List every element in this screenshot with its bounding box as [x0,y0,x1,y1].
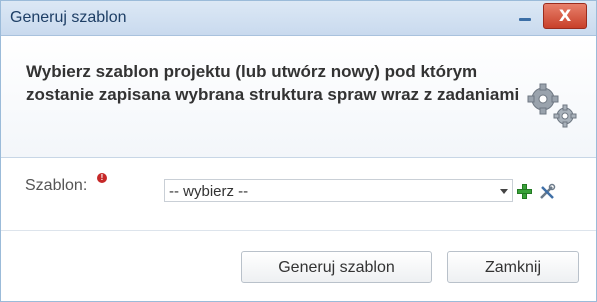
generate-template-button[interactable]: Generuj szablon [241,251,432,283]
chevron-down-icon[interactable] [500,189,508,194]
generate-template-dialog: Generuj szablon X Wybierz szablon projek… [0,0,597,302]
required-marker-icon: ! [97,173,107,183]
close-window-button[interactable]: X [543,3,587,29]
template-select-value: -- wybierz -- [169,183,249,200]
template-select[interactable]: -- wybierz -- [164,179,513,202]
template-label: Szablon: [25,177,88,194]
close-button[interactable]: Zamknij [447,251,579,283]
tools-icon[interactable] [538,183,556,201]
gears-icon [527,83,577,128]
footer-separator [1,230,596,231]
add-template-icon[interactable] [517,184,532,199]
dialog-header: Wybierz szablon projektu (lub utwórz now… [1,36,596,158]
header-description: Wybierz szablon projektu (lub utwórz now… [26,62,520,104]
title-bar[interactable]: Generuj szablon X [1,1,596,36]
minimize-button[interactable] [510,4,540,26]
window-title: Generuj szablon [10,9,127,26]
